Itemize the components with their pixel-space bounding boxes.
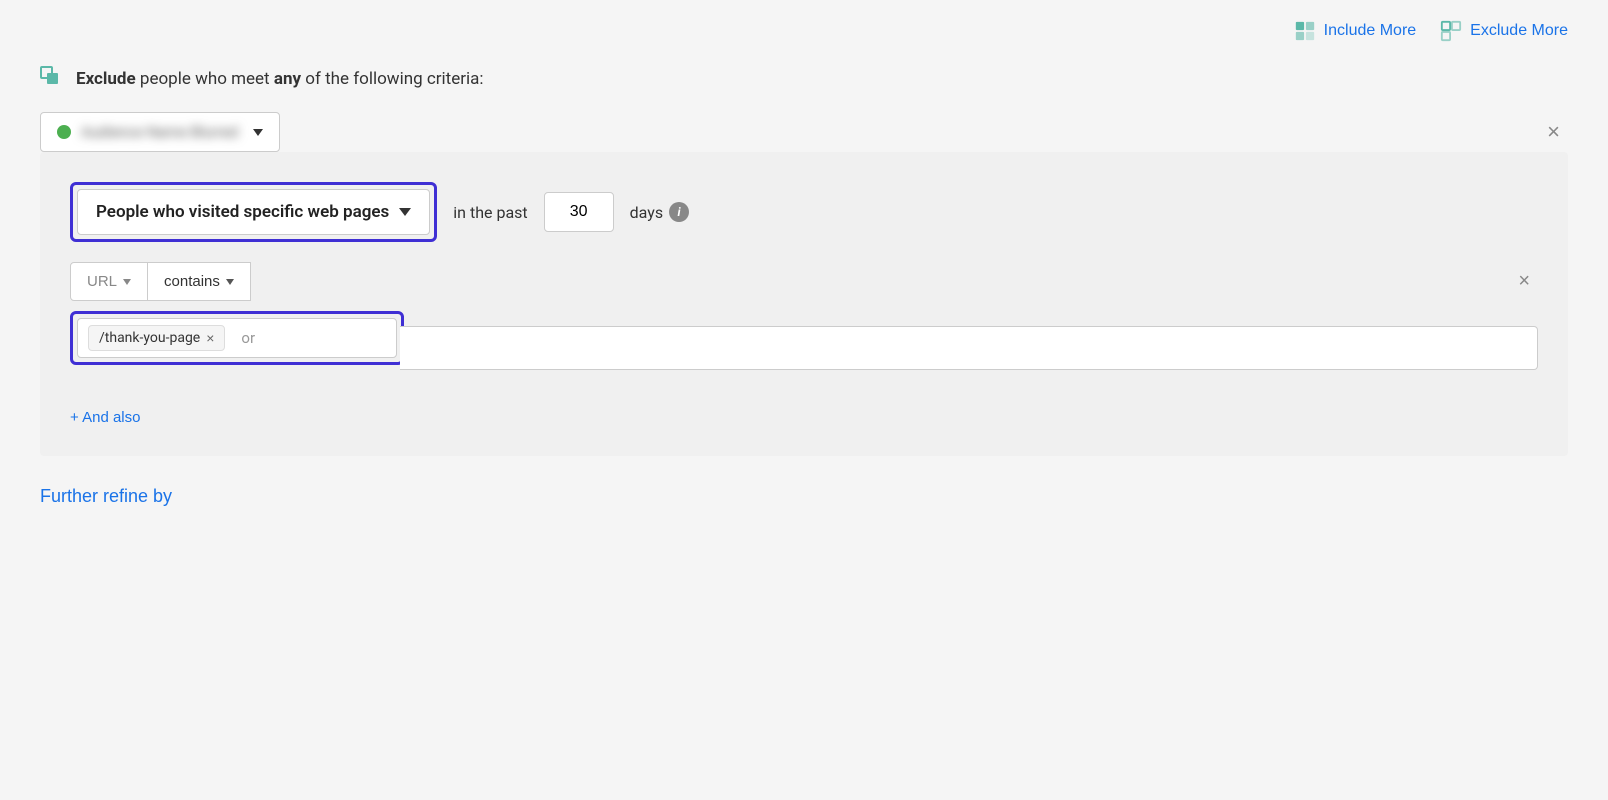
url-input-extended[interactable]	[400, 326, 1538, 370]
contains-label: contains	[164, 273, 220, 290]
any-bold: any	[274, 69, 301, 89]
criteria-chevron-icon	[399, 208, 411, 216]
include-more-button[interactable]: Include More	[1294, 20, 1417, 42]
criteria-dropdown[interactable]: People who visited specific web pages	[77, 189, 430, 235]
criteria-dropdown-highlight: People who visited specific web pages	[70, 182, 437, 242]
tag-chip-value: /thank-you-page	[99, 330, 200, 346]
exclude-bold: Exclude	[76, 69, 136, 89]
top-actions-bar: Include More Exclude More	[40, 20, 1568, 42]
tag-chip-close-button[interactable]: ×	[206, 331, 214, 345]
audience-close-button[interactable]: ×	[1539, 115, 1568, 149]
or-label: or	[233, 329, 263, 347]
exclude-more-icon	[1440, 20, 1462, 42]
value-row-highlight: /thank-you-page × or	[70, 311, 404, 365]
main-criteria-panel: People who visited specific web pages in…	[40, 152, 1568, 456]
criteria-dropdown-label: People who visited specific web pages	[96, 202, 389, 222]
value-input-row[interactable]: /thank-you-page × or	[77, 318, 397, 358]
contains-chevron-icon	[226, 279, 234, 285]
audience-dropdown-chevron	[253, 129, 263, 136]
exclude-more-button[interactable]: Exclude More	[1440, 20, 1568, 42]
exclude-text4: of the following criteria:	[305, 69, 483, 89]
days-label: days i	[630, 202, 689, 222]
tag-chip: /thank-you-page ×	[88, 325, 225, 351]
exclude-icon	[40, 66, 66, 92]
days-input[interactable]	[544, 192, 614, 232]
days-info-icon[interactable]: i	[669, 202, 689, 222]
exclude-header: Exclude people who meet any of the follo…	[40, 66, 1568, 92]
green-dot-indicator	[57, 125, 71, 139]
url-row-close-button[interactable]: ×	[1510, 262, 1538, 301]
in-the-past-label: in the past	[453, 203, 527, 222]
audience-name-blurred: Audience Name Blurred	[81, 123, 243, 141]
contains-dropdown-button[interactable]: contains	[148, 262, 251, 301]
further-refine-button[interactable]: Further refine by	[40, 486, 172, 507]
url-label: URL	[87, 273, 117, 290]
include-more-icon	[1294, 20, 1316, 42]
exclude-text2: people who meet	[140, 69, 274, 89]
audience-dropdown[interactable]: Audience Name Blurred	[40, 112, 280, 152]
criteria-row: People who visited specific web pages in…	[70, 182, 1538, 242]
url-chevron-icon	[123, 279, 131, 285]
and-also-button[interactable]: + And also	[70, 409, 140, 426]
url-dropdown-button[interactable]: URL	[70, 262, 148, 301]
